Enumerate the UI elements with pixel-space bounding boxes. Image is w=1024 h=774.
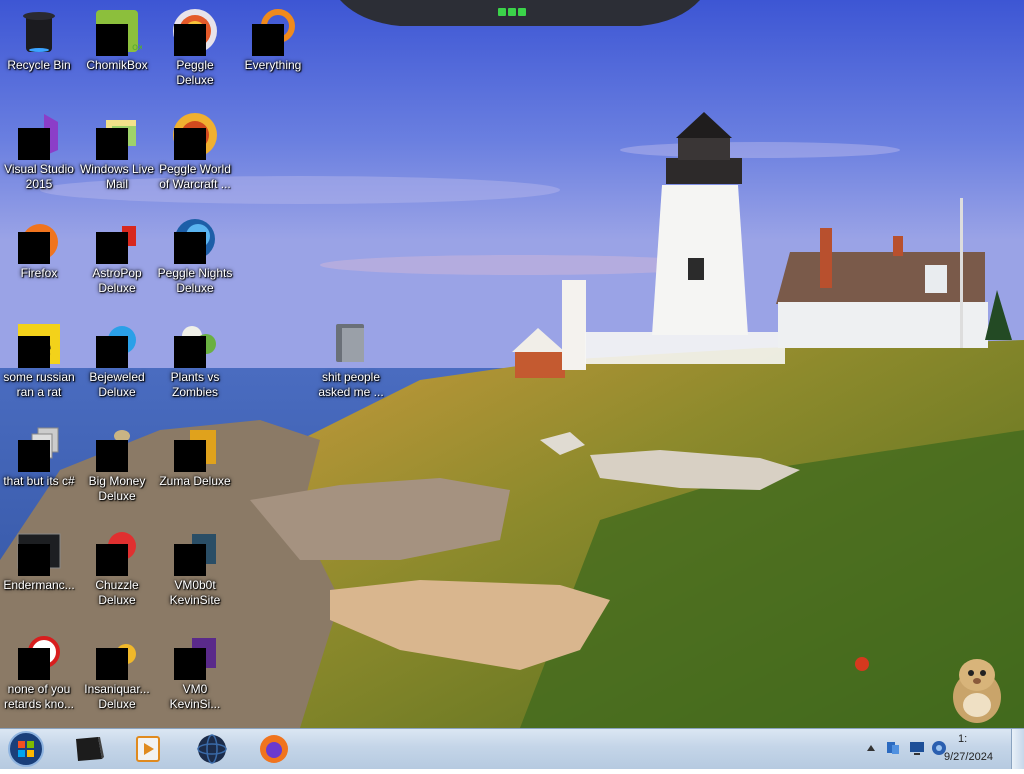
start-button[interactable] (4, 729, 48, 769)
desktop-icon-plants-vs-zombies[interactable]: Plants vs Zombies (156, 312, 234, 408)
recycle-bin-icon (14, 6, 64, 56)
desktop-icon-big-money-deluxe[interactable]: Big Money Deluxe (78, 416, 156, 512)
vm-icon (170, 526, 220, 576)
desktop-icon-windows-live-mail[interactable]: Windows Live Mail (78, 104, 156, 200)
desktop[interactable]: Recycle Bin ox ChomikBox Peggle Deluxe E… (0, 0, 1024, 728)
svg-text:ox: ox (132, 42, 142, 53)
copy-folder-icon (14, 422, 64, 472)
desktop-icon-bejeweled-deluxe[interactable]: Bejeweled Deluxe (78, 312, 156, 408)
app-icon (14, 630, 64, 680)
firefox-icon (260, 735, 288, 763)
folder-icon (326, 318, 376, 368)
zuma-icon (170, 422, 220, 472)
taskbar: 1: 9/27/2024 (0, 728, 1024, 769)
desktop-icon-firefox[interactable]: Firefox (0, 208, 78, 304)
taskbar-app-media-player[interactable] (124, 731, 172, 767)
desktop-icon-peggle-world-of-warcraft[interactable]: Peggle World of Warcraft ... (156, 104, 234, 200)
windows-start-orb-icon (8, 731, 44, 767)
desktop-icon-recycle-bin[interactable]: Recycle Bin (0, 0, 78, 96)
desktop-icon-that-but-its-csharp[interactable]: that but its c# (0, 416, 78, 512)
everything-search-icon (248, 6, 298, 56)
peggle-wow-icon (170, 110, 220, 160)
bejeweled-icon (92, 318, 142, 368)
desktop-icon-peggle-nights-deluxe[interactable]: Peggle Nights Deluxe (156, 208, 234, 304)
globe-icon (197, 734, 227, 764)
top-notch-bar (340, 0, 700, 26)
show-desktop-button[interactable] (1011, 729, 1024, 769)
network-icon[interactable] (884, 739, 902, 757)
windows-explorer-icon (76, 737, 104, 761)
peggle-nights-icon (170, 214, 220, 264)
taskbar-app-globe[interactable] (188, 731, 236, 767)
taskbar-app-explorer[interactable] (64, 731, 112, 767)
desktop-icon-vm0b0t-kevinsite[interactable]: VM0b0t KevinSite (156, 520, 234, 616)
chomikbox-icon: ox (92, 6, 144, 56)
desktop-icon-endermanch[interactable]: Endermanc... (0, 520, 78, 616)
desktop-icon-chuzzle-deluxe[interactable]: Chuzzle Deluxe (78, 520, 156, 616)
terminal-icon (14, 526, 64, 576)
desktop-icon-insaniquarium-deluxe[interactable]: Insaniquar... Deluxe (78, 624, 156, 720)
chuzzle-icon (92, 526, 142, 576)
firefox-icon (14, 214, 64, 264)
desktop-icon-visual-studio-2015[interactable]: Visual Studio 2015 (0, 104, 78, 200)
desktop-icon-none-of-you-retards[interactable]: none of you retards kno... (0, 624, 78, 720)
system-tray: 1: 9/27/2024 (834, 729, 1024, 769)
windows-live-mail-icon (92, 110, 142, 160)
clock-date[interactable]: 9/27/2024 (944, 751, 993, 763)
desktop-icon-peggle-deluxe[interactable]: Peggle Deluxe (156, 0, 234, 96)
big-money-icon (92, 422, 142, 472)
show-hidden-icons-arrow[interactable] (866, 743, 876, 753)
display-icon[interactable] (908, 739, 926, 757)
hamster-desktop-gadget[interactable] (935, 645, 1015, 725)
desktop-icon-vm0-kevinsite[interactable]: VM0 KevinSi... (156, 624, 234, 720)
visual-studio-icon (14, 110, 64, 160)
desktop-icon-zuma-deluxe[interactable]: Zuma Deluxe (156, 416, 234, 512)
vm-icon (170, 630, 220, 680)
desktop-icon-shit-people-asked-me[interactable]: shit people asked me ... (312, 312, 390, 408)
peggle-icon (170, 6, 220, 56)
desktop-icon-some-russian-ran-a-rat[interactable]: e some russian ran a rat (0, 312, 78, 408)
taskbar-app-firefox[interactable] (250, 731, 298, 767)
desktop-icon-everything[interactable]: Everything (234, 0, 312, 96)
desktop-icon-astropop-deluxe[interactable]: AstroPop Deluxe (78, 208, 156, 304)
plants-vs-zombies-icon (170, 318, 220, 368)
clock-time[interactable]: 1: (958, 733, 967, 745)
desktop-icon-chomikbox[interactable]: ox ChomikBox (78, 0, 156, 96)
media-player-icon (136, 736, 160, 762)
folder-icon: e (14, 318, 64, 368)
astropop-icon (92, 214, 142, 264)
insaniquarium-icon (92, 630, 142, 680)
